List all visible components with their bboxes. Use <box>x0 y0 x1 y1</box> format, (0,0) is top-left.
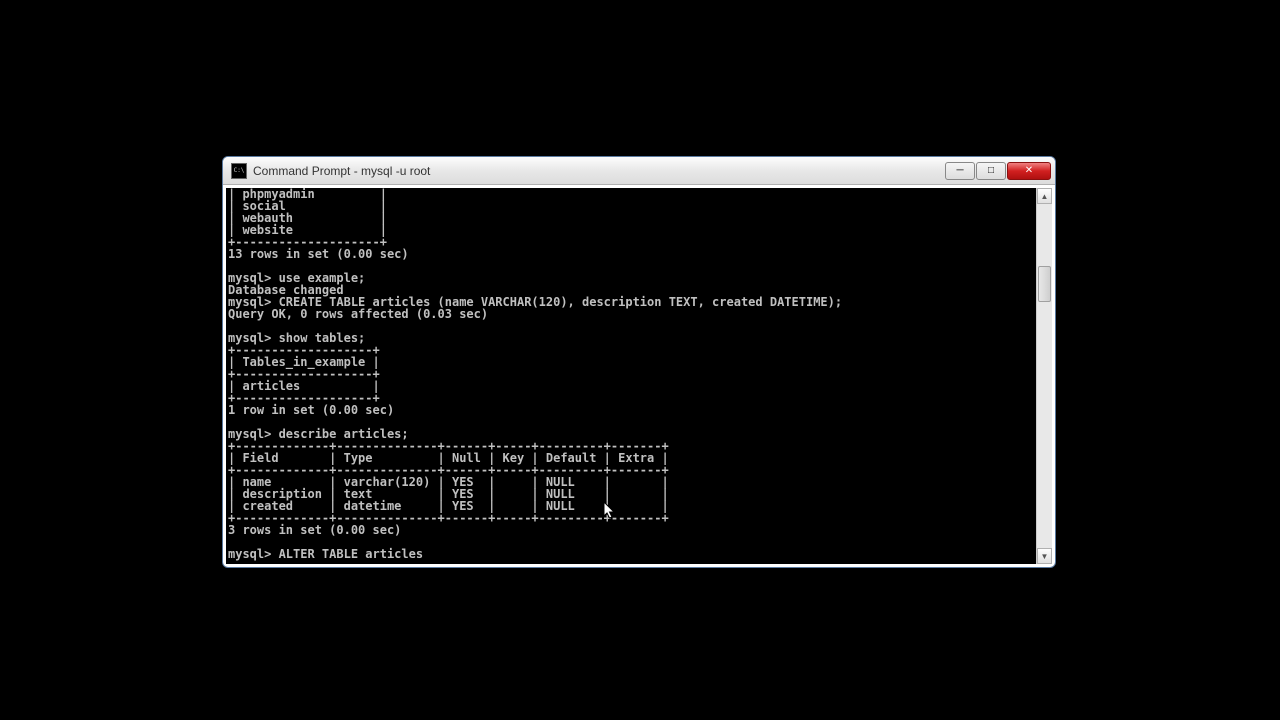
scroll-thumb[interactable] <box>1038 266 1051 302</box>
titlebar[interactable]: Command Prompt - mysql -u root ─ □ ✕ <box>223 157 1055 185</box>
maximize-button[interactable]: □ <box>976 162 1006 180</box>
cmd-icon <box>231 163 247 179</box>
vertical-scrollbar[interactable]: ▲ ▼ <box>1036 188 1052 564</box>
terminal-output[interactable]: | phpmyadmin | | social | | webauth | | … <box>226 188 1036 564</box>
minimize-button[interactable]: ─ <box>945 162 975 180</box>
terminal-client-area: | phpmyadmin | | social | | webauth | | … <box>226 188 1052 564</box>
scroll-up-button[interactable]: ▲ <box>1037 188 1052 204</box>
window-controls: ─ □ ✕ <box>944 162 1051 180</box>
scroll-down-button[interactable]: ▼ <box>1037 548 1052 564</box>
close-button[interactable]: ✕ <box>1007 162 1051 180</box>
window-title: Command Prompt - mysql -u root <box>253 164 944 178</box>
command-prompt-window: Command Prompt - mysql -u root ─ □ ✕ | p… <box>222 156 1056 568</box>
scroll-track[interactable] <box>1037 204 1052 548</box>
